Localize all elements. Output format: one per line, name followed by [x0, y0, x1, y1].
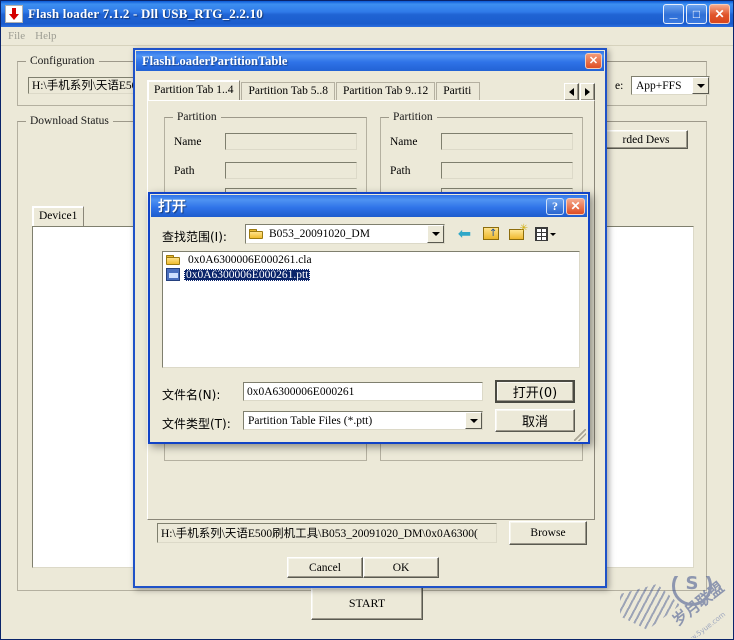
tab-scroll-left-button[interactable] [564, 83, 579, 101]
partition-ok-button[interactable]: OK [363, 557, 439, 578]
file-list[interactable]: 0x0A6300006E000261.cla 0x0A6300006E00026… [162, 251, 580, 368]
partition-right-path-input[interactable] [441, 162, 573, 179]
file-name: 0x0A6300006E000261.cla [188, 253, 312, 266]
main-window-title: Flash loader 7.1.2 - Dll USB_RTG_2.2.10 [28, 6, 263, 21]
list-item[interactable]: 0x0A6300006E000261.cla [163, 252, 579, 267]
filename-label: 文件名(N): [162, 388, 221, 402]
help-icon[interactable]: ? [546, 197, 564, 215]
list-item[interactable]: 0x0A6300006E000261.ptt [163, 267, 579, 282]
menu-item-help[interactable]: Help [35, 30, 56, 42]
menubar: File Help [1, 27, 733, 46]
minimize-button[interactable]: _ [663, 4, 684, 24]
folder-icon [249, 228, 264, 240]
tab-partition-9-12[interactable]: Partition Tab 9..12 [335, 82, 436, 101]
close-button[interactable]: ✕ [709, 4, 730, 24]
filetype-chevron-down-icon[interactable] [465, 412, 482, 429]
partition-right-name-input[interactable] [441, 133, 573, 150]
filename-input[interactable]: 0x0A6300006E000261 [243, 382, 483, 401]
open-file-dialog: 打开 ? ✕ 查找范围(I): B053_20091020_DM ⬅ ↑ ✳ 0… [148, 192, 590, 444]
open-dialog-toolbar: ⬅ ↑ ✳ [454, 224, 556, 244]
partition-right-legend: Partition [389, 111, 437, 123]
tab-partition-5-8[interactable]: Partition Tab 5..8 [241, 82, 335, 101]
configuration-legend: Configuration [26, 55, 99, 67]
configuration-type-value: App+FFS [636, 79, 682, 92]
partition-left-name-label: Name [174, 136, 202, 148]
filetype-combo[interactable]: Partition Table Files (*.ptt) [243, 411, 483, 430]
lookin-label: 查找范围(I): [162, 230, 227, 244]
partition-left-legend: Partition [173, 111, 221, 123]
window-controls: _ □ ✕ [663, 4, 730, 24]
partition-dialog-title: FlashLoaderPartitionTable [142, 53, 288, 68]
lookin-value: B053_20091020_DM [269, 228, 370, 240]
open-dialog-title: 打开 [158, 199, 186, 215]
open-dialog-titlebar: 打开 ? ✕ [151, 195, 587, 217]
device-tab-1[interactable]: Device1 [32, 206, 85, 227]
tab-scroll-right-button[interactable] [580, 83, 595, 101]
back-icon[interactable]: ⬅ [454, 224, 475, 244]
configuration-type-combo[interactable]: App+FFS [631, 76, 710, 95]
partition-dialog-close-icon[interactable]: ✕ [585, 53, 602, 69]
partition-left-name-input[interactable] [225, 133, 357, 150]
filetype-label: 文件类型(T): [162, 417, 231, 431]
tab-scroll-buttons [564, 83, 595, 101]
minimize-icon: _ [669, 4, 678, 20]
lookin-chevron-down-icon[interactable] [427, 225, 444, 243]
menu-item-file[interactable]: File [8, 30, 25, 42]
open-button[interactable]: 打开(0) [495, 380, 575, 403]
partition-tabstrip: Partition Tab 1..4 Partition Tab 5..8 Pa… [147, 80, 595, 101]
partition-left-path-label: Path [174, 165, 195, 177]
close-icon: ✕ [714, 7, 725, 21]
main-titlebar: Flash loader 7.1.2 - Dll USB_RTG_2.2.10 … [1, 1, 733, 27]
download-status-legend: Download Status [26, 115, 113, 127]
chevron-down-icon[interactable] [692, 77, 709, 94]
partition-right-path-label: Path [390, 165, 411, 177]
up-folder-icon[interactable]: ↑ [481, 224, 502, 244]
tab-partition-13-16[interactable]: Partiti [436, 82, 481, 101]
file-name: 0x0A6300006E000261.ptt [184, 268, 311, 281]
lookin-combo[interactable]: B053_20091020_DM [245, 224, 445, 244]
maximize-icon: □ [692, 7, 701, 21]
views-icon[interactable] [535, 224, 556, 244]
resize-grip[interactable] [574, 429, 586, 441]
partition-file-path-input[interactable]: H:\手机系列\天语E500刷机工具\B053_20091020_DM\0x0A… [157, 523, 497, 543]
start-button[interactable]: START [311, 587, 423, 620]
partition-cancel-button[interactable]: Cancel [287, 557, 363, 578]
discarded-devs-button[interactable]: rded Devs [604, 130, 688, 149]
ptt-file-icon [166, 268, 180, 281]
tab-partition-1-4[interactable]: Partition Tab 1..4 [147, 80, 241, 101]
partition-left-path-input[interactable] [225, 162, 357, 179]
folder-icon [166, 254, 181, 266]
configuration-type-label: e: [615, 80, 624, 92]
filetype-value: Partition Table Files (*.ptt) [248, 414, 373, 427]
open-dialog-close-icon[interactable]: ✕ [566, 197, 585, 215]
new-folder-icon[interactable]: ✳ [508, 224, 529, 244]
download-arrow-icon [5, 5, 23, 23]
partition-dialog-titlebar: FlashLoaderPartitionTable ✕ [136, 51, 604, 71]
partition-right-name-label: Name [390, 136, 418, 148]
cancel-button[interactable]: 取消 [495, 409, 575, 432]
maximize-button[interactable]: □ [686, 4, 707, 24]
browse-button[interactable]: Browse [509, 521, 587, 545]
